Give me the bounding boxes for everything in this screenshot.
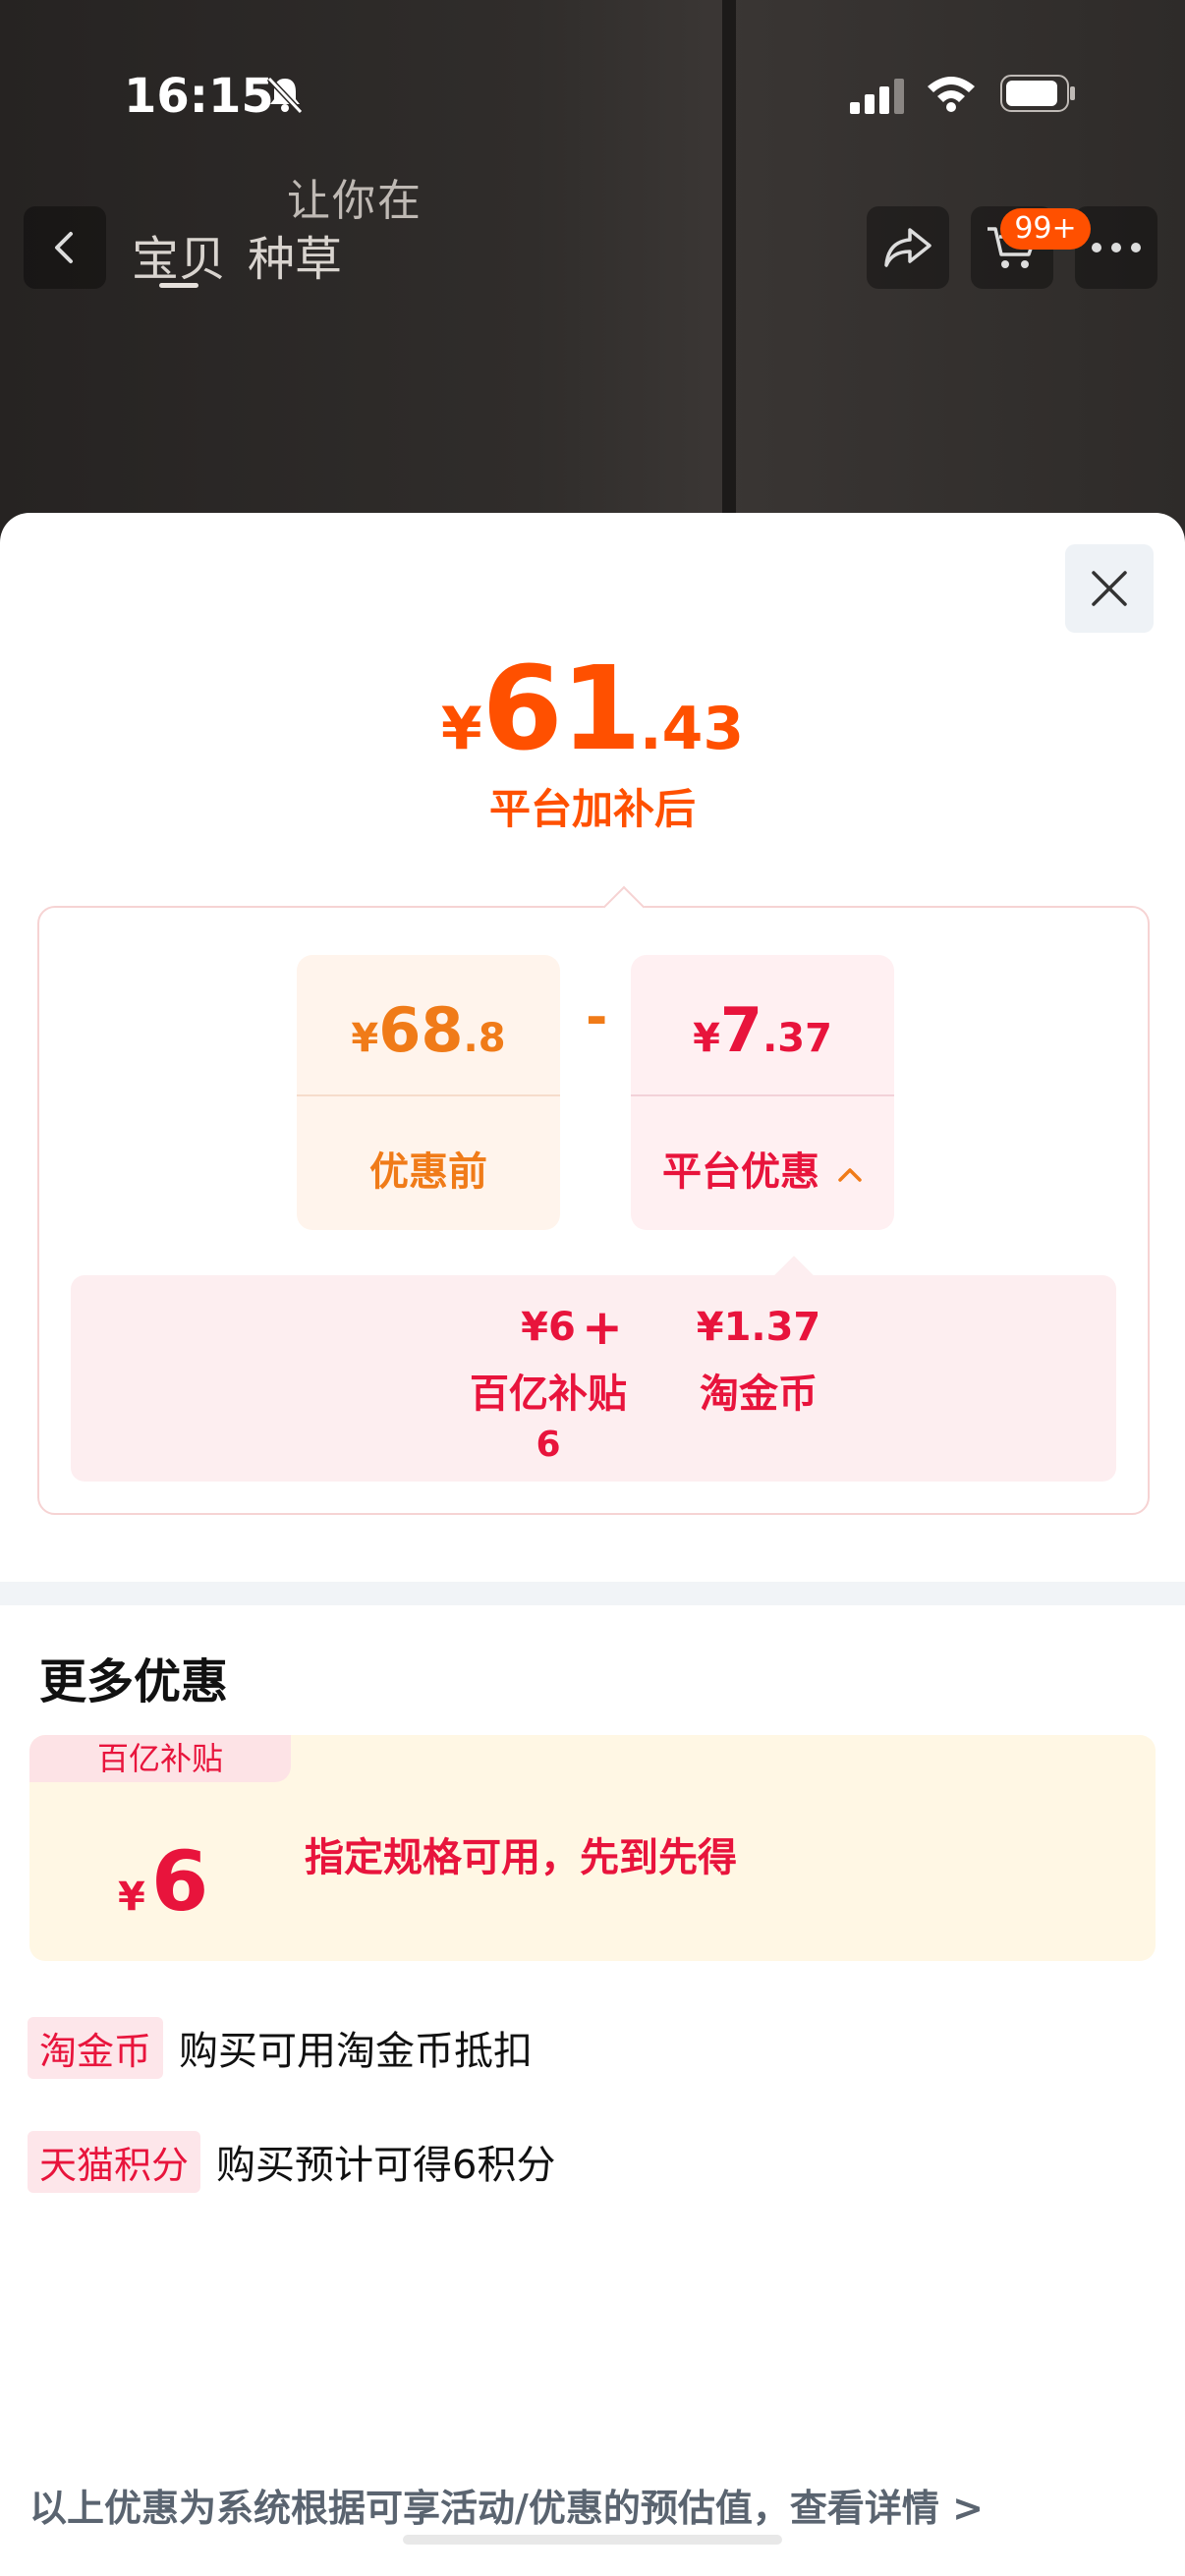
perk-row-tmall-points: 天猫积分 购买预计可得6积分 — [28, 2130, 556, 2193]
chevron-up-icon — [838, 1168, 862, 1182]
price-before-label: 优惠前 — [369, 1149, 487, 1195]
price-before-value: ¥68.8 — [297, 994, 560, 1066]
minus-operator: - — [586, 986, 608, 1048]
final-price-caption: 平台加补后 — [488, 785, 696, 833]
details-pointer — [774, 1256, 814, 1295]
cart-count-badge: 99+ — [1000, 208, 1091, 250]
platform-discount-details: ¥6 百亿补贴 6 + ¥1.37 淘金币 — [71, 1256, 1116, 1482]
subsidy-item-baiyi: ¥6 百亿补贴 6 — [430, 1305, 666, 1465]
battery-icon — [1000, 75, 1075, 112]
chevron-left-icon — [55, 232, 73, 263]
share-icon — [884, 228, 931, 267]
more-offers-title: 更多优惠 — [39, 1654, 229, 1709]
final-price-currency: ¥ — [440, 695, 482, 763]
close-button[interactable] — [1065, 544, 1154, 633]
home-indicator — [403, 2535, 782, 2545]
subsidy-extra: 6 — [536, 1425, 561, 1465]
coupon-tag: 百亿补贴 — [29, 1735, 291, 1782]
subsidy-amount: ¥1.37 — [696, 1305, 821, 1350]
perk-tag: 天猫积分 — [28, 2130, 201, 2193]
plus-operator: + — [582, 1299, 623, 1356]
card-divider — [297, 1094, 560, 1096]
platform-discount-value: ¥7.37 — [631, 994, 894, 1066]
status-bar: 16:15 — [0, 69, 1185, 128]
silent-bell-icon — [266, 76, 304, 115]
subsidy-item-taojinbi: ¥1.37 淘金币 — [641, 1305, 876, 1419]
back-button[interactable] — [24, 206, 106, 289]
tab-zhongcao[interactable]: 种草 — [248, 220, 342, 289]
final-price-integer: 61 — [481, 641, 642, 776]
subsidy-amount: ¥6 — [521, 1305, 576, 1350]
perk-text: 购买预计可得6积分 — [216, 2143, 556, 2188]
coupon-description: 指定规格可用，先到先得 — [305, 1835, 737, 1880]
close-icon — [1092, 571, 1127, 606]
coupon-value: 6 — [150, 1833, 209, 1930]
card-divider — [631, 1094, 894, 1096]
price-before-integer: 68 — [378, 994, 464, 1066]
price-before-currency: ¥ — [351, 1016, 379, 1061]
wifi-icon — [928, 77, 975, 112]
more-dots-icon — [1092, 243, 1141, 252]
perk-text: 购买可用淘金币抵扣 — [179, 2029, 534, 2074]
discount-detail-sheet: ¥61.43 平台加补后 ¥68.8 优惠前 - ¥7.37 平台优惠 ¥6 百… — [0, 513, 1185, 2576]
breakdown-pointer — [602, 885, 646, 928]
share-button[interactable] — [867, 206, 949, 289]
cellular-signal-icon — [850, 79, 904, 114]
price-breakdown: ¥68.8 优惠前 - ¥7.37 平台优惠 ¥6 百亿补贴 6 + ¥1.37… — [37, 885, 1150, 1515]
coupon-card[interactable]: 百亿补贴 ¥6 指定规格可用，先到先得 — [29, 1735, 1156, 1961]
coupon-amount: ¥6 — [118, 1833, 208, 1930]
platform-discount-decimal: .37 — [762, 1016, 832, 1061]
platform-discount-currency: ¥ — [693, 1016, 720, 1061]
subsidy-name: 淘金币 — [700, 1372, 818, 1417]
clock: 16:15 — [124, 69, 274, 124]
estimate-disclaimer-link[interactable]: 以上优惠为系统根据可享活动/优惠的预估值，查看详情 > — [29, 2478, 984, 2532]
subsidy-name: 百亿补贴 — [470, 1372, 627, 1417]
perk-row-taojinbi: 淘金币 购买可用淘金币抵扣 — [28, 2016, 534, 2079]
coupon-currency: ¥ — [118, 1875, 145, 1920]
active-tab-indicator — [159, 283, 198, 288]
perk-tag: 淘金币 — [28, 2016, 164, 2079]
platform-discount-card[interactable]: ¥7.37 平台优惠 — [631, 955, 894, 1230]
price-before-card: ¥68.8 优惠前 — [297, 955, 560, 1230]
final-price-decimal: .43 — [639, 695, 745, 763]
platform-discount-integer: 7 — [719, 994, 763, 1066]
platform-discount-label-row[interactable]: 平台优惠 — [631, 1140, 894, 1197]
price-before-decimal: .8 — [463, 1016, 506, 1061]
tab-baobei[interactable]: 宝贝 — [132, 220, 226, 289]
final-price: ¥61.43 — [0, 641, 1185, 776]
platform-discount-label: 平台优惠 — [662, 1149, 820, 1195]
section-divider — [0, 1582, 1185, 1605]
